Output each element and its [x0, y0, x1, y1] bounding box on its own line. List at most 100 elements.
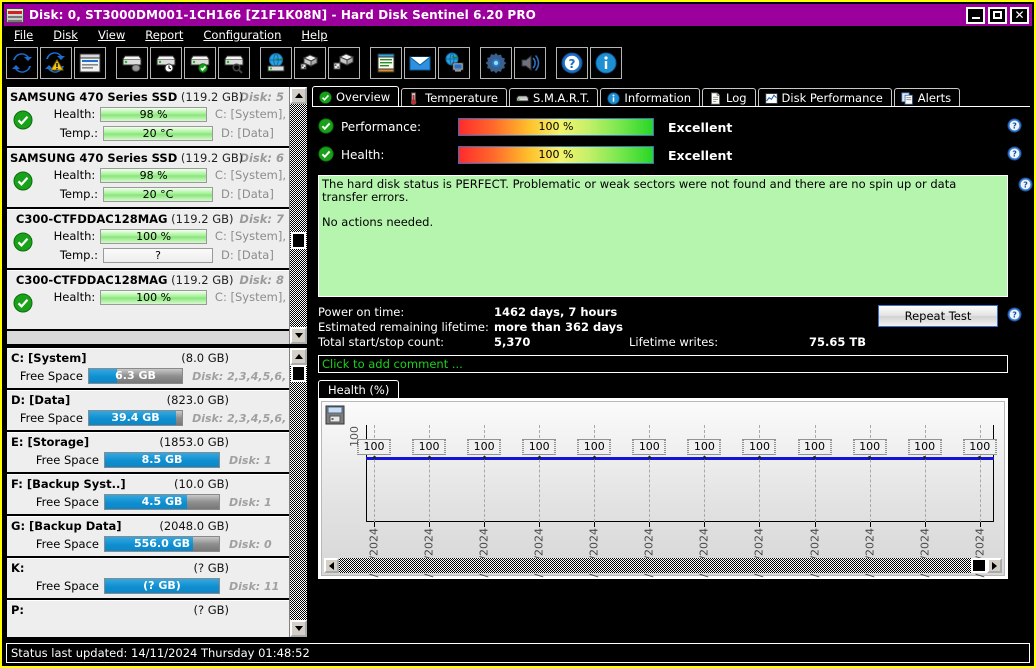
about-info-icon[interactable] — [590, 47, 622, 79]
volume-free-value: 6.3 GB — [115, 369, 156, 382]
chart-y-tick: 100 — [348, 426, 361, 447]
alert-copy-icon — [901, 91, 914, 105]
email-icon[interactable] — [404, 47, 436, 79]
chart-point-label: 100 — [632, 439, 666, 455]
scroll-track[interactable] — [290, 104, 307, 327]
volume-row[interactable]: P: (? GB) — [7, 600, 289, 637]
disk-card[interactable]: Disk: 6 SAMSUNG 470 Series SSD (119.2 GB… — [7, 148, 289, 209]
volume-list-scrollbar[interactable] — [289, 348, 307, 637]
chart-scroll-thumb[interactable] — [971, 558, 987, 573]
chart-point-label: 100 — [963, 439, 997, 455]
chart-point-label: 100 — [908, 439, 942, 455]
disk-health-value: 98 % — [139, 107, 168, 121]
disk-partitions-line1: C: [System], — [214, 290, 286, 304]
disk-health-bar: 98 % — [100, 167, 207, 183]
scroll-up-button[interactable] — [290, 87, 307, 104]
disk-clone-icon[interactable] — [294, 47, 326, 79]
scroll-thumb[interactable] — [291, 232, 306, 249]
tab-temperature[interactable]: Temperature — [401, 88, 508, 107]
refresh-alert-icon[interactable] — [40, 47, 72, 79]
tab-label: S.M.A.R.T. — [533, 91, 590, 105]
sound-icon[interactable] — [514, 47, 546, 79]
chart-scroll-right-button[interactable] — [987, 558, 1002, 573]
chart-scroll-left-button[interactable] — [324, 558, 339, 573]
volume-size: (2048.0 GB) — [159, 519, 229, 533]
menu-disk[interactable]: Disk — [43, 27, 88, 43]
volume-free-label: Free Space — [19, 369, 83, 383]
disk-card[interactable]: Disk: 5 SAMSUNG 470 Series SSD (119.2 GB… — [7, 87, 289, 148]
green-check-icon — [13, 171, 33, 191]
disk-card[interactable]: Disk: 7 C300-CTFDDAC128MAG (119.2 GB) He… — [7, 209, 289, 270]
report-window-icon[interactable] — [74, 47, 106, 79]
toolbar: ? — [4, 44, 1032, 82]
volume-free-value: 556.0 GB — [133, 537, 191, 550]
notepad-icon[interactable] — [370, 47, 402, 79]
maximize-button[interactable] — [988, 6, 1007, 24]
volume-free-bar: 6.3 GB — [87, 368, 184, 384]
volume-size: (10.0 GB) — [173, 477, 229, 491]
tab-smart[interactable]: S.M.A.R.T. — [509, 88, 599, 107]
disk-search-icon[interactable] — [218, 47, 250, 79]
volume-row[interactable]: D: [Data] (823.0 GB) Free Space 39.4 GB … — [7, 390, 289, 432]
menu-file[interactable]: File — [4, 27, 43, 43]
menu-view[interactable]: View — [88, 27, 135, 43]
comment-input[interactable]: Click to add comment ... — [318, 355, 1008, 373]
help-question-icon[interactable]: ? — [556, 47, 588, 79]
minimize-button[interactable] — [966, 6, 985, 24]
green-check-icon — [318, 117, 334, 137]
network-disk-icon[interactable] — [260, 47, 292, 79]
help-question-icon[interactable]: ? — [1018, 177, 1033, 195]
tab-overview[interactable]: Overview — [312, 86, 400, 107]
health-value: 100 % — [538, 148, 574, 161]
tab-disk-performance[interactable]: Disk Performance — [757, 88, 892, 107]
chart-point-label: 100 — [853, 439, 887, 455]
disk-health-value: 100 % — [136, 290, 172, 304]
disk-card[interactable]: Disk: 8 C300-CTFDDAC128MAG (119.2 GB) He… — [7, 270, 289, 331]
volume-row[interactable]: E: [Storage] (1853.0 GB) Free Space 8.5 … — [7, 432, 289, 474]
document-icon — [709, 91, 722, 105]
volume-free-value: 8.5 GB — [141, 453, 183, 466]
chart-horizontal-scrollbar[interactable] — [324, 558, 1002, 573]
volume-row[interactable]: C: [System] (8.0 GB) Free Space 6.3 GB D… — [7, 348, 289, 390]
scroll-down-button[interactable] — [290, 327, 307, 344]
disk-surface-icon[interactable] — [116, 47, 148, 79]
volume-list: C: [System] (8.0 GB) Free Space 6.3 GB D… — [7, 348, 289, 637]
repeat-test-button[interactable]: Repeat Test — [878, 305, 998, 327]
scroll-up-button[interactable] — [290, 348, 307, 365]
scroll-thumb[interactable] — [291, 365, 306, 382]
menu-report[interactable]: Report — [135, 27, 193, 43]
chart-x-tick — [704, 522, 706, 527]
disk-ok-icon[interactable] — [184, 47, 216, 79]
settings-gear-icon[interactable] — [480, 47, 512, 79]
tab-log[interactable]: Log — [702, 88, 756, 107]
green-check-icon — [318, 145, 334, 165]
refresh-icon[interactable] — [6, 47, 38, 79]
disk-temp-value: 20 °C — [142, 187, 174, 201]
volume-free-label: Free Space — [19, 411, 83, 425]
volume-size: (823.0 GB) — [166, 393, 229, 407]
help-question-icon[interactable]: ? — [1007, 307, 1022, 325]
menu-configuration[interactable]: Configuration — [193, 27, 291, 43]
network-globe-icon[interactable] — [438, 47, 470, 79]
disk-list-scrollbar[interactable] — [289, 87, 307, 344]
save-chart-icon[interactable] — [325, 405, 345, 425]
chart-tab-health[interactable]: Health (%) — [318, 380, 400, 399]
status-description-box: The hard disk status is PERFECT. Problem… — [318, 175, 1008, 297]
tab-information[interactable]: Information — [600, 88, 700, 107]
performance-row: Performance: 100 % Excellent ? — [318, 113, 1026, 141]
disk-clock-icon[interactable] — [150, 47, 182, 79]
window-controls: ✕ — [966, 6, 1032, 24]
help-question-icon[interactable]: ? — [1007, 146, 1022, 164]
scroll-track[interactable] — [290, 365, 307, 620]
help-question-icon[interactable]: ? — [1007, 118, 1022, 136]
chart-point-label: 100 — [522, 439, 556, 455]
tab-alerts[interactable]: Alerts — [893, 88, 961, 107]
scroll-down-button[interactable] — [290, 620, 307, 637]
close-button[interactable]: ✕ — [1010, 6, 1029, 24]
volume-row[interactable]: K: (? GB) Free Space (? GB) Disk: 11 — [7, 558, 289, 600]
svg-text:?: ? — [1023, 181, 1028, 190]
volume-row[interactable]: G: [Backup Data] (2048.0 GB) Free Space … — [7, 516, 289, 558]
disk-backup-icon[interactable] — [328, 47, 360, 79]
menu-help[interactable]: Help — [291, 27, 337, 43]
volume-row[interactable]: F: [Backup Syst..] (10.0 GB) Free Space … — [7, 474, 289, 516]
